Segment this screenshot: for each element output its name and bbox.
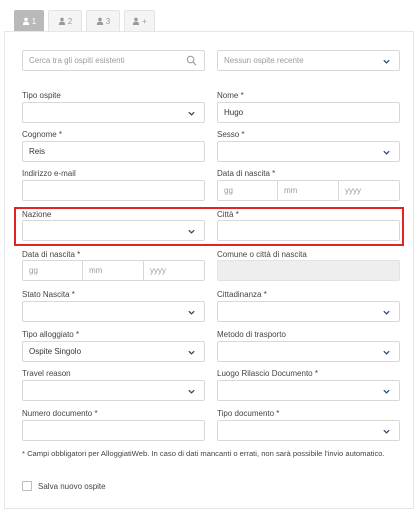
year-input[interactable]: yyyy <box>144 260 205 281</box>
tipo-documento-select[interactable] <box>217 420 400 441</box>
search-icon <box>186 55 197 66</box>
month-input[interactable]: mm <box>278 180 339 201</box>
user-icon <box>132 17 140 25</box>
data-nascita-2-label: Data di nascita * <box>22 250 81 259</box>
save-guest-label[interactable]: Salva nuovo ospite <box>38 482 106 491</box>
day-input[interactable]: gg <box>217 180 278 201</box>
metodo-trasporto-select[interactable] <box>217 341 400 362</box>
chevron-down-icon <box>187 348 196 357</box>
tab-label: + <box>142 16 147 26</box>
chevron-down-icon <box>187 109 196 118</box>
tipo-ospite-label: Tipo ospite <box>22 91 61 100</box>
day-placeholder: gg <box>224 186 233 195</box>
tab-label: 3 <box>105 16 111 26</box>
sesso-select[interactable] <box>217 141 400 162</box>
luogo-rilascio-label: Luogo Rilascio Documento * <box>217 369 318 378</box>
nome-label: Nome * <box>217 91 244 100</box>
tab-add-guest[interactable]: + <box>124 10 155 31</box>
required-fields-note: * Campi obbligatori per AlloggiatiWeb. I… <box>22 449 385 458</box>
chevron-down-icon <box>382 308 391 317</box>
cognome-label: Cognome * <box>22 130 63 139</box>
cittadinanza-select[interactable] <box>217 301 400 322</box>
data-nascita-group: gg mm yyyy <box>217 180 400 201</box>
tipo-alloggiato-label: Tipo alloggiato * <box>22 330 80 339</box>
cognome-input[interactable]: Reis <box>22 141 205 162</box>
email-label: Indirizzo e-mail <box>22 169 76 178</box>
numero-documento-input[interactable] <box>22 420 205 441</box>
tab-guest-2[interactable]: 2 <box>48 10 82 31</box>
luogo-rilascio-select[interactable] <box>217 380 400 401</box>
recent-guest-select[interactable]: Nessun ospite recente <box>217 50 400 71</box>
month-input[interactable]: mm <box>83 260 144 281</box>
tipo-documento-label: Tipo documento * <box>217 409 280 418</box>
chevron-down-icon <box>382 348 391 357</box>
tipo-alloggiato-value: Ospite Singolo <box>29 347 82 356</box>
day-placeholder: gg <box>29 266 38 275</box>
tab-label: 2 <box>67 16 73 26</box>
save-guest-checkbox[interactable] <box>22 481 32 491</box>
chevron-down-icon <box>382 387 391 396</box>
stato-nascita-select[interactable] <box>22 301 205 322</box>
tab-label: 1 <box>31 16 37 26</box>
chevron-down-icon <box>382 427 391 436</box>
travel-reason-label: Travel reason <box>22 369 71 378</box>
cittadinanza-label: Cittadinanza * <box>217 290 267 299</box>
save-guest-row: Salva nuovo ospite <box>22 481 106 491</box>
chevron-down-icon <box>187 308 196 317</box>
guest-tabs: 1 2 3 + <box>14 10 155 31</box>
highlight-box <box>14 207 404 246</box>
numero-documento-label: Numero documento * <box>22 409 98 418</box>
metodo-trasporto-label: Metodo di trasporto <box>217 330 286 339</box>
day-input[interactable]: gg <box>22 260 83 281</box>
user-icon <box>58 17 65 25</box>
user-icon <box>22 17 29 25</box>
recent-placeholder: Nessun ospite recente <box>224 56 304 65</box>
month-placeholder: mm <box>284 186 298 195</box>
chevron-down-icon <box>382 148 391 157</box>
user-icon <box>96 17 103 25</box>
chevron-down-icon <box>187 387 196 396</box>
year-input[interactable]: yyyy <box>339 180 400 201</box>
search-placeholder: Cerca tra gli ospiti esistenti <box>29 56 125 65</box>
comune-input <box>217 260 400 281</box>
comune-label: Comune o città di nascita <box>217 250 307 259</box>
tipo-alloggiato-select[interactable]: Ospite Singolo <box>22 341 205 362</box>
email-input[interactable] <box>22 180 205 201</box>
nome-value: Hugo <box>224 108 244 117</box>
data-nascita-2-group: gg mm yyyy <box>22 260 205 281</box>
nome-input[interactable]: Hugo <box>217 102 400 123</box>
travel-reason-select[interactable] <box>22 380 205 401</box>
search-guest-input[interactable]: Cerca tra gli ospiti esistenti <box>22 50 205 71</box>
tab-guest-3[interactable]: 3 <box>86 10 120 31</box>
tab-guest-1[interactable]: 1 <box>14 10 44 31</box>
chevron-down-icon <box>382 57 391 66</box>
year-placeholder: yyyy <box>150 266 166 275</box>
sesso-label: Sesso * <box>217 130 245 139</box>
tipo-ospite-select[interactable] <box>22 102 205 123</box>
data-nascita-label: Data di nascita * <box>217 169 276 178</box>
month-placeholder: mm <box>89 266 103 275</box>
year-placeholder: yyyy <box>345 186 361 195</box>
cognome-value: Reis <box>29 147 46 156</box>
stato-nascita-label: Stato Nascita * <box>22 290 75 299</box>
